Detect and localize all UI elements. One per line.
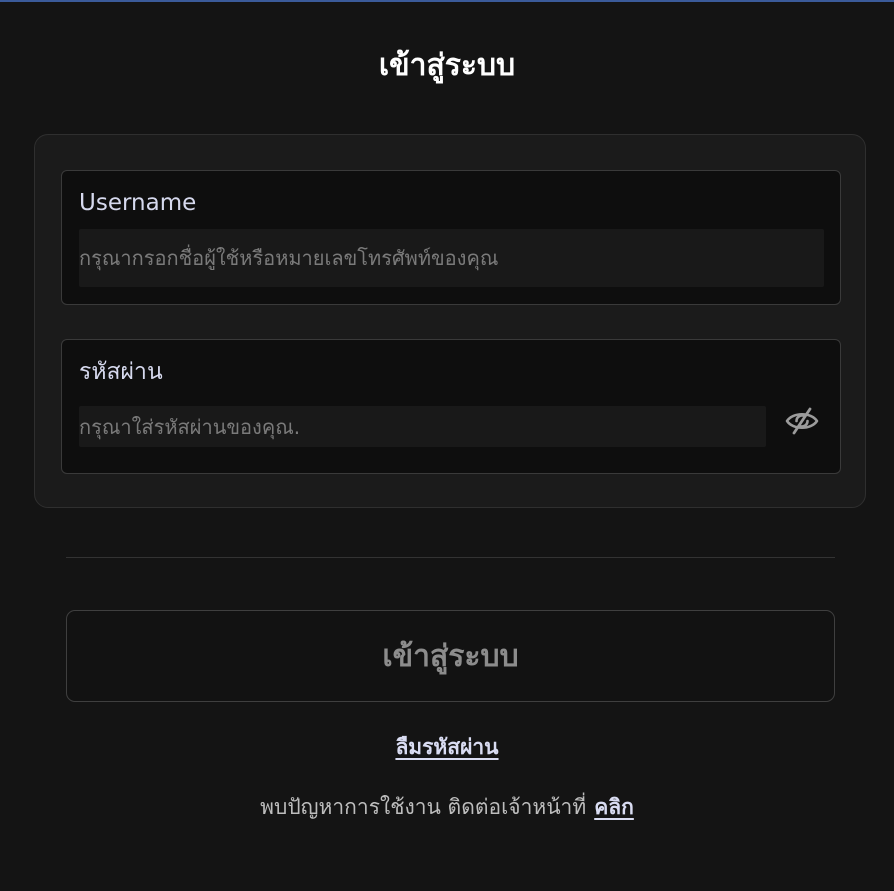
password-field: รหัสผ่าน xyxy=(61,339,841,474)
help-row: พบปัญหาการใช้งาน ติดต่อเจ้าหน้าที่ คลิก xyxy=(0,792,894,822)
login-screen: เข้าสู่ระบบ Username รหัสผ่าน เ xyxy=(0,0,894,891)
eye-off-icon xyxy=(784,405,820,437)
forgot-password-row: ลืมรหัสผ่าน xyxy=(0,732,894,762)
contact-click-link[interactable]: คลิก xyxy=(594,795,634,819)
password-input[interactable] xyxy=(79,406,766,447)
divider xyxy=(66,557,835,558)
username-field: Username xyxy=(61,170,841,305)
username-label: Username xyxy=(79,190,197,216)
login-form-card: Username รหัสผ่าน xyxy=(34,134,866,508)
password-label: รหัสผ่าน xyxy=(79,359,163,385)
forgot-password-link[interactable]: ลืมรหัสผ่าน xyxy=(395,735,498,759)
help-text: พบปัญหาการใช้งาน ติดต่อเจ้าหน้าที่ xyxy=(260,795,587,819)
show-password-toggle[interactable] xyxy=(782,403,822,439)
username-input[interactable] xyxy=(79,229,824,287)
login-button[interactable]: เข้าสู่ระบบ xyxy=(66,610,835,702)
page-title: เข้าสู่ระบบ xyxy=(378,48,516,83)
